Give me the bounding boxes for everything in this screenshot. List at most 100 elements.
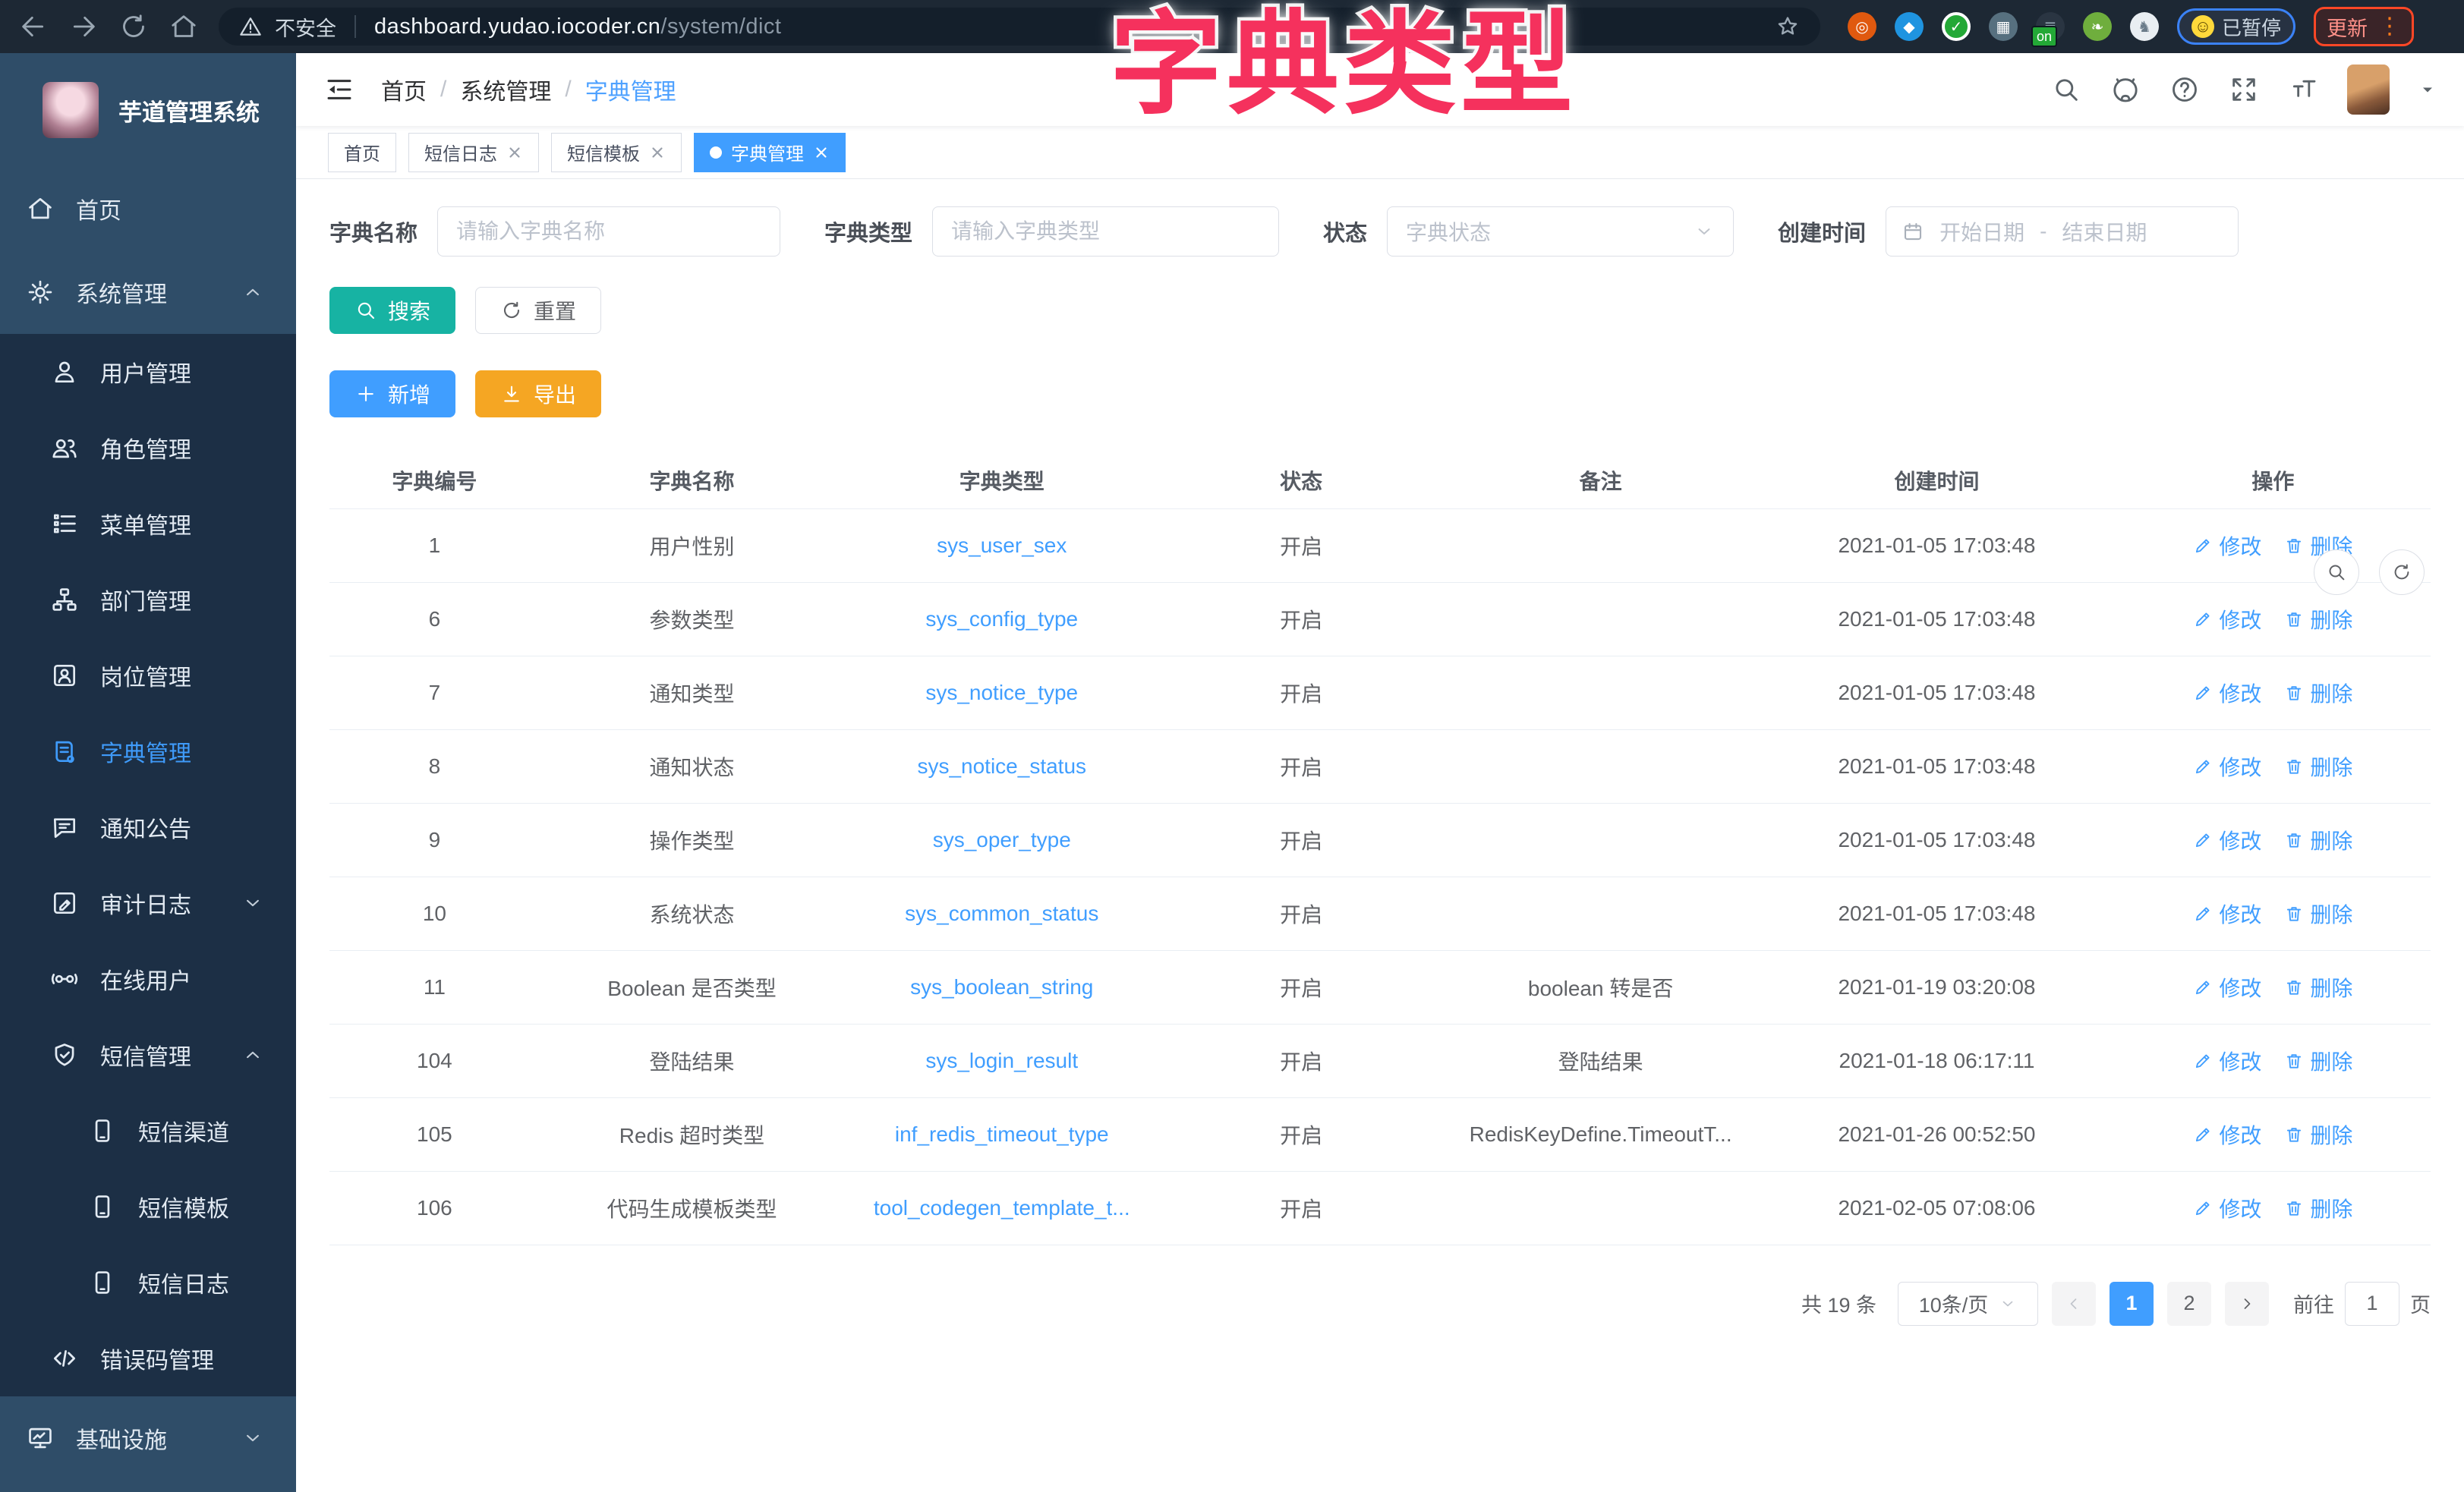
close-icon[interactable] xyxy=(506,144,523,161)
sidebar-item[interactable]: 首页 xyxy=(0,167,296,250)
tag[interactable]: 短信日志 xyxy=(408,133,539,172)
dict-type-link[interactable]: inf_redis_timeout_type xyxy=(844,1097,1159,1171)
update-button[interactable]: 更新 ⋮ xyxy=(2314,7,2414,46)
sidebar-item[interactable]: 用户管理 xyxy=(0,334,296,410)
extension-icon[interactable]: ◆ xyxy=(1895,12,1924,41)
page-size-select[interactable]: 10条/页 xyxy=(1898,1282,2038,1326)
sidebar-item[interactable]: 短信模板 xyxy=(0,1169,296,1245)
extension-icon[interactable]: ≣on xyxy=(2036,12,2065,41)
status-select[interactable]: 字典状态 xyxy=(1387,206,1734,257)
delete-link[interactable]: 删除 xyxy=(2284,751,2352,782)
dict-type-link[interactable]: sys_oper_type xyxy=(844,803,1159,877)
sidebar-item[interactable]: 短信渠道 xyxy=(0,1093,296,1169)
sidebar-item[interactable]: 在线用户 xyxy=(0,941,296,1017)
edit-link[interactable]: 修改 xyxy=(2193,1119,2261,1150)
prev-page-button[interactable] xyxy=(2052,1282,2096,1326)
dict-type-link[interactable]: sys_notice_type xyxy=(844,656,1159,729)
caret-down-icon[interactable] xyxy=(2418,80,2437,99)
extension-icon[interactable]: ◎ xyxy=(1848,12,1876,41)
search-icon[interactable] xyxy=(2051,74,2081,105)
dict-type-link[interactable]: sys_login_result xyxy=(844,1024,1159,1097)
sidebar-item[interactable]: 部门管理 xyxy=(0,562,296,637)
dict-type-link[interactable]: sys_common_status xyxy=(844,877,1159,950)
extension-icon[interactable]: ♞ xyxy=(2130,12,2159,41)
delete-link[interactable]: 删除 xyxy=(2284,1046,2352,1076)
user-avatar[interactable] xyxy=(2347,65,2390,115)
delete-link[interactable]: 删除 xyxy=(2284,678,2352,708)
tag[interactable]: 字典管理 xyxy=(694,133,846,172)
delete-link[interactable]: 删除 xyxy=(2284,972,2352,1003)
home-icon[interactable] xyxy=(169,11,199,42)
back-icon[interactable] xyxy=(18,11,49,42)
dict-type-link[interactable]: sys_user_sex xyxy=(844,508,1159,582)
toggle-search-button[interactable] xyxy=(2314,549,2359,595)
status-cell: 开启 xyxy=(1159,950,1443,1024)
edit-link[interactable]: 修改 xyxy=(2193,530,2261,561)
dict-type-link[interactable]: sys_config_type xyxy=(844,582,1159,656)
sidebar-item[interactable]: 短信管理 xyxy=(0,1017,296,1093)
sidebar-item[interactable]: 通知公告 xyxy=(0,789,296,865)
edit-link[interactable]: 修改 xyxy=(2193,751,2261,782)
search-button[interactable]: 搜索 xyxy=(329,287,455,334)
edit-link[interactable]: 修改 xyxy=(2193,899,2261,929)
text-size-icon[interactable] xyxy=(2288,74,2318,105)
refresh-table-button[interactable] xyxy=(2379,549,2425,595)
table-row: 10 系统状态 sys_common_status 开启 2021-01-05 … xyxy=(329,877,2431,950)
delete-link[interactable]: 删除 xyxy=(2284,1193,2352,1223)
delete-link[interactable]: 删除 xyxy=(2284,899,2352,929)
dict-type-link[interactable]: tool_codegen_template_t... xyxy=(844,1171,1159,1245)
close-icon[interactable] xyxy=(813,144,830,161)
edit-link[interactable]: 修改 xyxy=(2193,972,2261,1003)
tag[interactable]: 首页 xyxy=(328,133,396,172)
add-button[interactable]: 新增 xyxy=(329,370,455,417)
filter-time-label: 创建时间 xyxy=(1778,216,1866,247)
forward-icon[interactable] xyxy=(68,11,99,42)
extension-icon[interactable]: ✓ xyxy=(1942,12,1971,41)
close-icon[interactable] xyxy=(649,144,666,161)
breadcrumb-item[interactable]: 首页 xyxy=(381,73,427,106)
page-number-button[interactable]: 2 xyxy=(2167,1282,2211,1326)
next-page-button[interactable] xyxy=(2225,1282,2269,1326)
tag[interactable]: 短信模板 xyxy=(551,133,682,172)
edit-link[interactable]: 修改 xyxy=(2193,1193,2261,1223)
paused-badge[interactable]: ☺ 已暂停 xyxy=(2177,8,2295,45)
extension-icon[interactable]: ❧ xyxy=(2083,12,2112,41)
breadcrumb-item[interactable]: 系统管理 xyxy=(460,73,551,106)
address-bar[interactable]: 不安全 dashboard.yudao.iocoder.cn/system/di… xyxy=(219,8,1820,46)
collapse-sidebar-icon[interactable] xyxy=(323,74,355,105)
sidebar-item[interactable]: 字典管理 xyxy=(0,713,296,789)
sidebar-item[interactable]: 错误码管理 xyxy=(0,1320,296,1396)
fullscreen-icon[interactable] xyxy=(2229,74,2259,105)
breadcrumb-current: 字典管理 xyxy=(585,73,676,106)
edit-link[interactable]: 修改 xyxy=(2193,604,2261,634)
app-logo[interactable]: 芋道管理系统 xyxy=(0,53,296,167)
dict-type-link[interactable]: sys_boolean_string xyxy=(844,950,1159,1024)
sidebar-item[interactable]: 岗位管理 xyxy=(0,637,296,713)
bookmark-star-icon[interactable] xyxy=(1775,14,1801,39)
page-number-button[interactable]: 1 xyxy=(2110,1282,2154,1326)
goto-page-input[interactable] xyxy=(2345,1282,2399,1326)
edit-link[interactable]: 修改 xyxy=(2193,825,2261,855)
extension-icon[interactable]: ▦ xyxy=(1989,12,2018,41)
sidebar-item[interactable]: 菜单管理 xyxy=(0,486,296,562)
help-icon[interactable] xyxy=(2169,74,2200,105)
edit-link[interactable]: 修改 xyxy=(2193,678,2261,708)
reset-button[interactable]: 重置 xyxy=(475,287,601,334)
dict-type-link[interactable]: sys_notice_status xyxy=(844,729,1159,803)
dict-type-input[interactable] xyxy=(932,206,1279,257)
sidebar-item[interactable]: 角色管理 xyxy=(0,410,296,486)
edit-link[interactable]: 修改 xyxy=(2193,1046,2261,1076)
sidebar-item[interactable]: 审计日志 xyxy=(0,865,296,941)
delete-link[interactable]: 删除 xyxy=(2284,1119,2352,1150)
github-icon[interactable] xyxy=(2110,74,2141,105)
sidebar-item[interactable]: 基础设施 xyxy=(0,1396,296,1480)
sidebar-item[interactable]: 短信日志 xyxy=(0,1245,296,1320)
browser-menu-dots-icon[interactable]: ⋮ xyxy=(2378,20,2401,33)
date-range-picker[interactable]: 开始日期 - 结束日期 xyxy=(1886,206,2239,257)
delete-link[interactable]: 删除 xyxy=(2284,825,2352,855)
dict-name-input[interactable] xyxy=(437,206,780,257)
delete-link[interactable]: 删除 xyxy=(2284,604,2352,634)
reload-icon[interactable] xyxy=(118,11,149,42)
export-button[interactable]: 导出 xyxy=(475,370,601,417)
sidebar-item[interactable]: 系统管理 xyxy=(0,250,296,334)
